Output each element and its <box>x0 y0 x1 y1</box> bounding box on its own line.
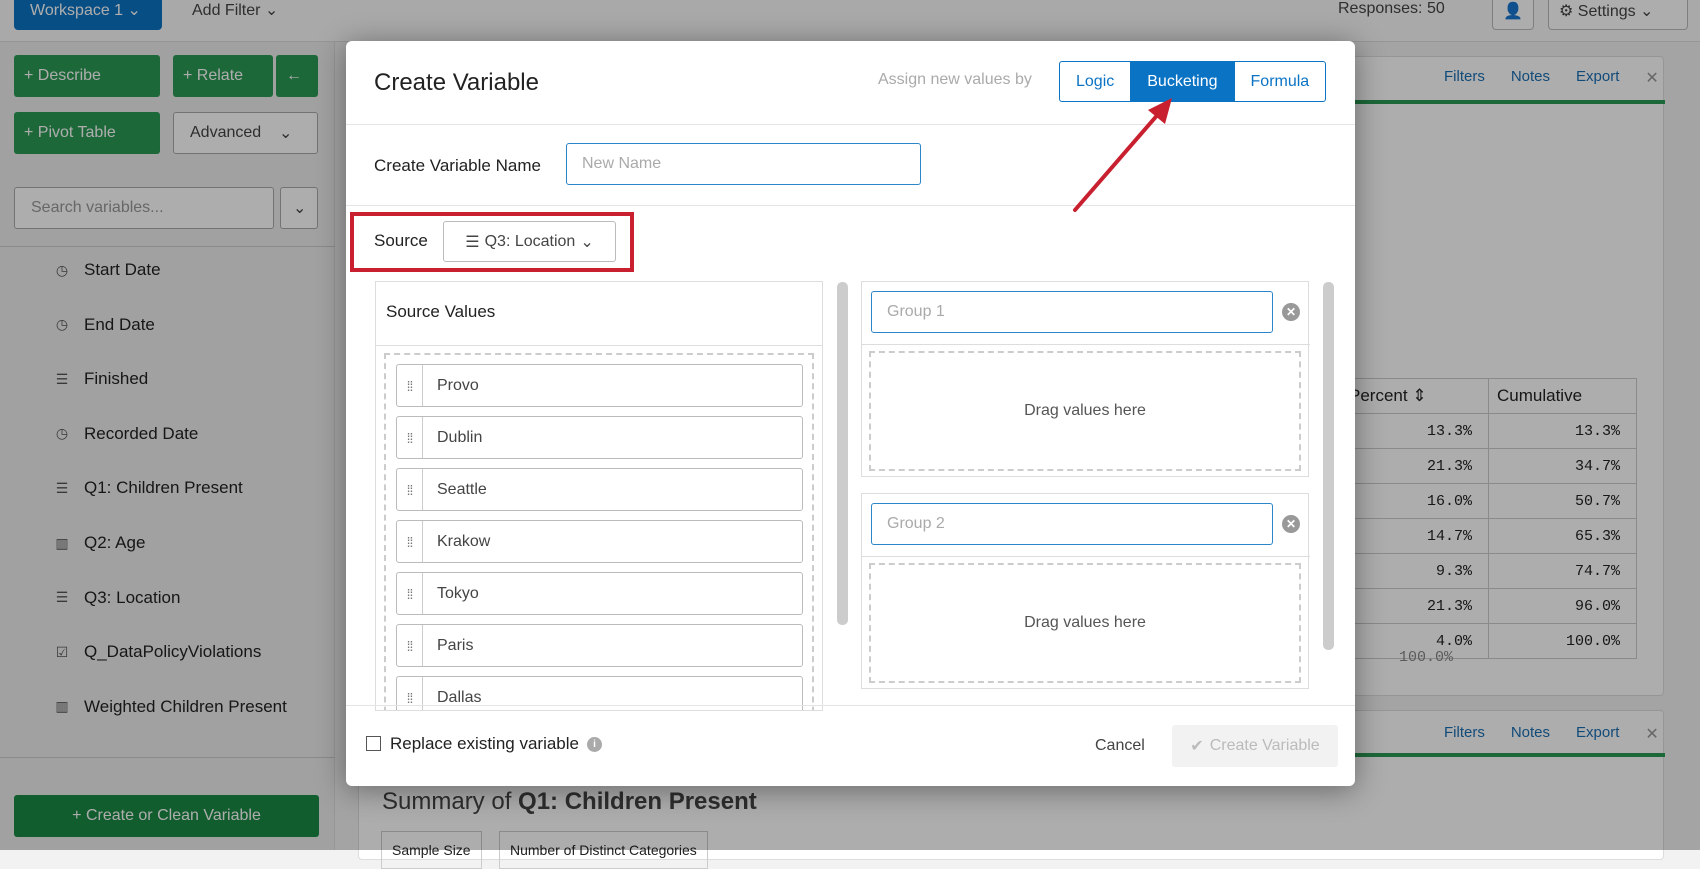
annotation-arrow <box>1073 98 1172 212</box>
